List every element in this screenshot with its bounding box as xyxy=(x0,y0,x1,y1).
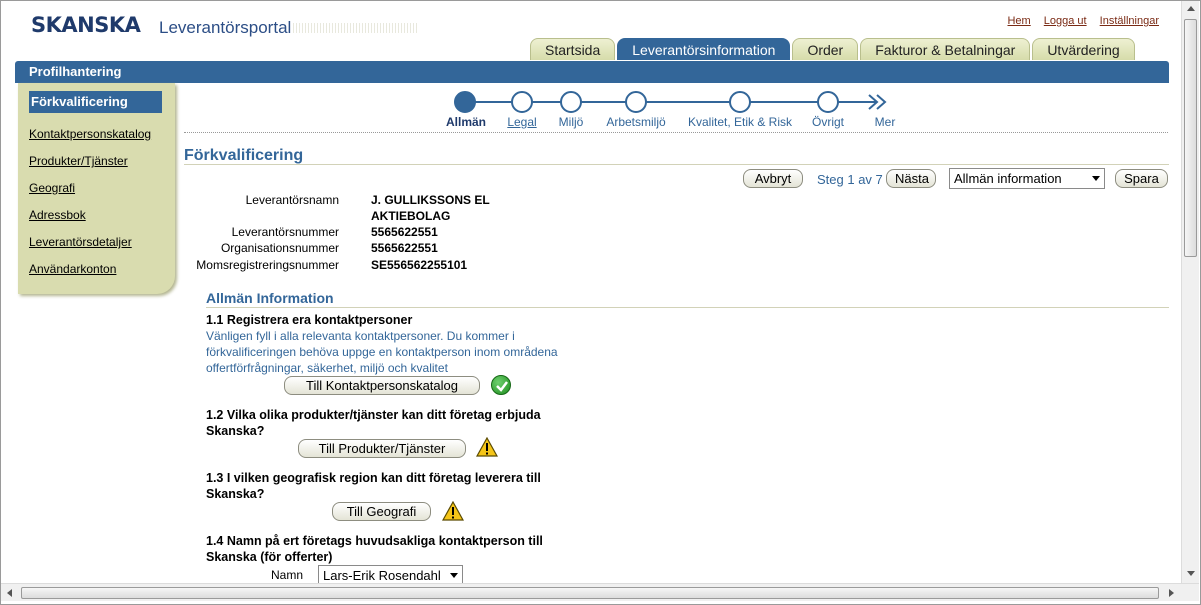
question-1-4: 1.4 Namn på ert företags huvudsakliga ko… xyxy=(206,533,586,565)
step-node-kvalitet[interactable] xyxy=(729,91,751,113)
page-viewport: SKANSKA Leverantörsportal Hem Logga ut I… xyxy=(1,1,1181,583)
question-1-3: 1.3 I vilken geografisk region kan ditt … xyxy=(206,470,586,502)
step-counter: Steg 1 av 7 xyxy=(817,172,883,187)
section-title: Allmän Information xyxy=(206,290,334,306)
step-node-allman[interactable] xyxy=(454,91,476,113)
tab-startsida[interactable]: Startsida xyxy=(530,38,616,60)
save-button[interactable]: Spara xyxy=(1115,169,1168,188)
step-train: Allmän Legal Miljö Arbetsmiljö Kvalitet,… xyxy=(441,89,901,131)
org-number-label: Organisationsnummer xyxy=(220,241,339,255)
step-node-ovrigt[interactable] xyxy=(817,91,839,113)
page-title: Förkvalificering xyxy=(184,147,304,164)
step-label-ovrigt[interactable]: Övrigt xyxy=(812,115,844,129)
step-label-miljo[interactable]: Miljö xyxy=(559,115,584,129)
vertical-scrollbar[interactable] xyxy=(1181,1,1199,583)
supplier-name-line1: J. GULLIKSSONS EL xyxy=(371,193,490,207)
logout-link[interactable]: Logga ut xyxy=(1044,15,1087,27)
contact-name-label: Namn xyxy=(271,568,304,582)
tab-order[interactable]: Order xyxy=(792,38,859,60)
supplier-name-label: Leverantörsnamn xyxy=(245,193,339,207)
step-label-arbetsmiljo[interactable]: Arbetsmiljö xyxy=(606,115,665,129)
horizontal-scroll-thumb[interactable] xyxy=(21,587,1159,599)
scroll-down-icon[interactable] xyxy=(1187,571,1195,576)
horizontal-scrollbar[interactable] xyxy=(1,583,1199,601)
step-label-mer[interactable]: Mer xyxy=(875,115,896,129)
settings-link[interactable]: Inställningar xyxy=(1100,15,1159,27)
tab-leverantorsinformation[interactable]: Leverantörsinformation xyxy=(617,38,791,60)
global-links: Hem Logga ut Inställningar xyxy=(997,15,1159,27)
question-1-4-line1: 1.4 Namn på ert företags huvudsakliga ko… xyxy=(206,534,543,548)
contact-name-value: Lars-Erik Rosendahl xyxy=(323,568,441,583)
question-1-2-line1: 1.2 Vilka olika produkter/tjänster kan d… xyxy=(206,408,541,422)
sidebar-item-geografi[interactable]: Geografi xyxy=(29,180,175,196)
profile-bar: Profilhantering xyxy=(15,61,1169,83)
vat-number: SE556562255101 xyxy=(371,258,468,272)
hint-line-2: förkvalificeringen behöva uppge en konta… xyxy=(206,345,558,359)
question-1-3-line2: Skanska? xyxy=(206,487,265,501)
hint-line-1: Vänligen fyll i alla relevanta kontaktpe… xyxy=(206,329,515,343)
sidebar-item-kontaktpersonskatalog[interactable]: Kontaktpersonskatalog xyxy=(29,126,175,142)
step-node-arbetsmiljo[interactable] xyxy=(625,91,647,113)
to-products-button[interactable]: Till Produkter/Tjänster xyxy=(298,439,466,458)
more-arrow-icon[interactable] xyxy=(867,93,889,111)
step-label-allman: Allmän xyxy=(445,115,487,129)
question-1-3-line1: 1.3 I vilken geografisk region kan ditt … xyxy=(206,471,541,485)
org-number: 5565622551 xyxy=(371,241,438,255)
tab-fakturor[interactable]: Fakturor & Betalningar xyxy=(860,38,1031,60)
to-geography-button[interactable]: Till Geografi xyxy=(332,502,431,521)
warning-icon xyxy=(442,501,464,521)
to-contact-catalog-button[interactable]: Till Kontaktpersonskatalog xyxy=(284,376,480,395)
home-link[interactable]: Hem xyxy=(1007,15,1030,27)
section-rule xyxy=(206,307,1169,308)
main-tabs: Startsida Leverantörsinformation Order F… xyxy=(530,38,1137,60)
title-decoration xyxy=(293,23,419,33)
sidebar-item-produkter[interactable]: Produkter/Tjänster xyxy=(29,153,175,169)
supplier-number-label: Leverantörsnummer xyxy=(231,225,339,239)
next-button[interactable]: Nästa xyxy=(886,169,936,188)
chevron-down-icon xyxy=(1092,176,1100,181)
sidebar-item-forkvalificering[interactable]: Förkvalificering xyxy=(29,91,162,113)
scroll-left-icon[interactable] xyxy=(7,589,12,597)
tab-utvardering[interactable]: Utvärdering xyxy=(1032,38,1135,60)
warning-icon xyxy=(476,437,498,457)
contact-name-select[interactable]: Lars-Erik Rosendahl xyxy=(318,565,463,583)
scroll-right-icon[interactable] xyxy=(1169,589,1174,597)
section-select[interactable]: Allmän information xyxy=(949,168,1105,189)
chevron-down-icon xyxy=(450,573,458,578)
scroll-up-icon[interactable] xyxy=(1187,6,1195,11)
question-1-2: 1.2 Vilka olika produkter/tjänster kan d… xyxy=(206,407,586,439)
step-label-kvalitet[interactable]: Kvalitet, Etik & Risk xyxy=(688,115,792,129)
cancel-button[interactable]: Avbryt xyxy=(743,169,803,188)
supplier-name-line2: AKTIEBOLAG xyxy=(371,209,451,223)
check-icon xyxy=(491,375,511,395)
supplier-number: 5565622551 xyxy=(371,225,438,239)
sidebar-item-anvandarkonton[interactable]: Användarkonton xyxy=(29,261,175,277)
step-node-miljo[interactable] xyxy=(560,91,582,113)
sidebar: Förkvalificering Kontaktpersonskatalog P… xyxy=(18,83,175,294)
question-1-4-line2: Skanska (för offerter) xyxy=(206,550,333,564)
skanska-logo: SKANSKA xyxy=(31,13,141,37)
sidebar-item-leverantorsdetaljer[interactable]: Leverantörsdetaljer xyxy=(29,234,175,250)
vertical-scroll-thumb[interactable] xyxy=(1184,19,1197,257)
step-label-legal[interactable]: Legal xyxy=(507,115,536,129)
train-divider xyxy=(184,132,1168,133)
title-rule xyxy=(184,164,1169,165)
vat-number-label: Momsregistreringsnummer xyxy=(196,258,339,272)
question-1-1: 1.1 Registrera era kontaktpersoner xyxy=(206,313,413,327)
sidebar-item-adressbok[interactable]: Adressbok xyxy=(29,207,175,223)
section-select-value: Allmän information xyxy=(954,171,1062,186)
portal-title: Leverantörsportal xyxy=(159,18,292,37)
hint-line-3: offertförfrågningar, säkerhet, miljö och… xyxy=(206,361,448,375)
question-1-2-line2: Skanska? xyxy=(206,424,265,438)
question-1-1-hint: Vänligen fyll i alla relevanta kontaktpe… xyxy=(206,328,596,376)
step-node-legal[interactable] xyxy=(511,91,533,113)
